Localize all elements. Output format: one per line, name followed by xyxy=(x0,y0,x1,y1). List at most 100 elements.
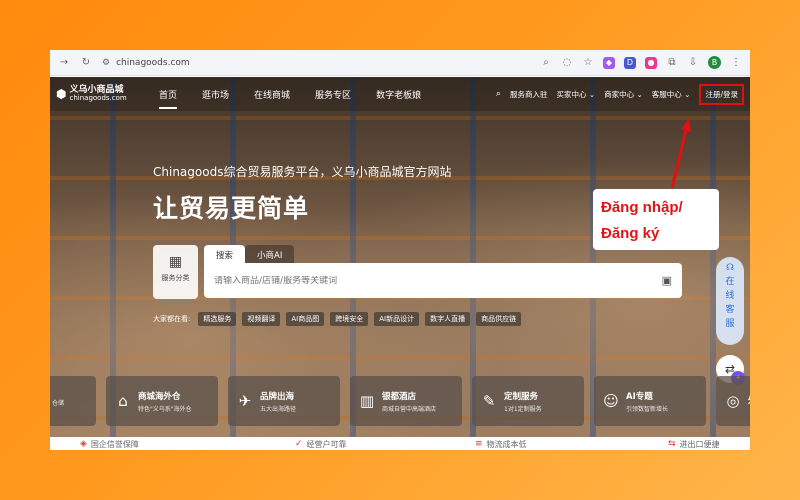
extensions-puzzle-icon[interactable]: ⧉ xyxy=(666,57,678,68)
extension-d-icon[interactable]: D xyxy=(624,56,636,69)
card-title: 商城海外仓 xyxy=(138,391,181,402)
nav-market[interactable]: 逛市场 xyxy=(202,82,229,107)
nav-online-mall[interactable]: 在线商城 xyxy=(254,82,290,107)
hero-subtitle: Chinagoods综合贸易服务平台，义乌小商品城官方网站 xyxy=(153,165,452,179)
service-card[interactable]: ✈ 品牌出海 五大出海路径 xyxy=(228,376,340,426)
card-sub: 引领数智新增长 xyxy=(626,405,669,413)
building-icon: ▥ xyxy=(359,392,375,410)
grid-icon: ▦ xyxy=(168,254,183,270)
exchange-icon: ⇆ xyxy=(668,439,676,449)
profile-avatar[interactable]: B xyxy=(708,56,721,69)
eye-off-icon[interactable]: ◌ xyxy=(561,57,573,68)
pen-icon: ✎ xyxy=(482,392,496,410)
online-support-widget[interactable]: ☊ 在 线 客 服 xyxy=(716,257,744,345)
nav-buyer-center[interactable]: 买家中心 ⌄ xyxy=(556,89,595,100)
tab-search[interactable]: 搜索 xyxy=(204,245,246,265)
annotation-callout: Đăng nhập/ Đăng ký xyxy=(593,189,719,250)
logo-en: chinagoods.com xyxy=(69,94,127,102)
service-category-button[interactable]: ▦ 服务分类 xyxy=(153,245,198,299)
star-icon[interactable]: ☆ xyxy=(582,57,594,68)
address-bar[interactable]: ⚙ chinagoods.com xyxy=(102,54,530,72)
service-card[interactable]: ☺ AI专题 引领数智新增长 xyxy=(594,376,706,426)
tag-item[interactable]: 精选服务 xyxy=(198,312,237,326)
tag-item[interactable]: AI商品图 xyxy=(286,312,325,326)
card-title: 银都酒店 xyxy=(382,391,417,402)
card-title: AI专题 xyxy=(626,391,653,402)
browser-toolbar: → ↻ ⚙ chinagoods.com ⌕ ◌ ☆ ◆ D ● ⧉ ⇩ B ⋮ xyxy=(50,50,750,76)
annotation-line2: Đăng ký xyxy=(601,225,660,242)
site-header: ⬢ 义乌小商品城 chinagoods.com 首页 逛市场 在线商城 服务专区… xyxy=(50,77,750,111)
service-card[interactable]: ◎ 外 xyxy=(716,376,750,426)
tag-item[interactable]: 商品供应链 xyxy=(476,312,522,326)
download-icon[interactable]: ⇩ xyxy=(687,57,699,68)
card-sub: 五大出海路径 xyxy=(260,405,297,413)
cs-char: 在 xyxy=(725,277,735,287)
shield-icon: ◈ xyxy=(80,439,87,449)
headset-icon: ☊ xyxy=(726,263,734,273)
menu-dots-icon[interactable]: ⋮ xyxy=(730,57,742,68)
feature-item: ◈ 国企信誉保障 xyxy=(80,439,139,449)
feature-item: ≡ 物流成本低 xyxy=(475,439,527,449)
forward-icon[interactable]: → xyxy=(58,57,70,68)
main-nav: 首页 逛市场 在线商城 服务专区 数字老板娘 xyxy=(159,82,421,109)
tab-ai[interactable]: 小商AI xyxy=(245,245,295,265)
browser-window: → ↻ ⚙ chinagoods.com ⌕ ◌ ☆ ◆ D ● ⧉ ⇩ B ⋮… xyxy=(50,50,750,450)
service-category-label: 服务分类 xyxy=(161,274,190,282)
card-sub: 1对1定制服务 xyxy=(504,405,542,413)
nav-provider-join[interactable]: 服务商入驻 xyxy=(510,89,548,100)
card-title: 外 xyxy=(748,394,750,406)
tag-item[interactable]: 视频翻译 xyxy=(242,312,281,326)
site-logo[interactable]: ⬢ 义乌小商品城 chinagoods.com xyxy=(56,86,151,102)
url-text: chinagoods.com xyxy=(116,57,190,68)
service-card[interactable]: 仓储 xyxy=(50,376,96,426)
card-sub: 商城自营中高端酒店 xyxy=(382,405,437,413)
image-search-icon[interactable]: ▣ xyxy=(662,274,672,287)
warehouse-icon: ⌂ xyxy=(118,392,128,410)
globe-icon: ◎ xyxy=(726,392,740,410)
right-nav: ⌕ 服务商入驻 买家中心 ⌄ 商家中心 ⌄ 客服中心 ⌄ 注册/登录 xyxy=(496,83,744,105)
extension-gem-icon[interactable]: ◆ xyxy=(603,56,615,69)
tag-item[interactable]: AI新品设计 xyxy=(374,312,420,326)
annotation-arrow xyxy=(670,118,691,189)
tag-item[interactable]: 数字人直播 xyxy=(425,312,471,326)
search-icon[interactable]: ⌕ xyxy=(496,89,501,99)
card-sub: 仓储 xyxy=(52,399,65,407)
zoom-icon[interactable]: ⌕ xyxy=(540,57,552,68)
trending-hint: 大家都在看: xyxy=(153,315,191,323)
service-card[interactable]: ▥ 银都酒店 商城自营中高端酒店 xyxy=(350,376,462,426)
check-icon: ✓ xyxy=(295,439,303,449)
card-title: 品牌出海 xyxy=(260,391,295,402)
search-tabs: 搜索 小商AI xyxy=(204,245,295,265)
card-title: 定制服务 xyxy=(504,391,539,402)
annotation-line1: Đăng nhập/ xyxy=(601,199,683,216)
service-card[interactable]: ✎ 定制服务 1对1定制服务 xyxy=(472,376,584,426)
nav-support-center[interactable]: 客服中心 ⌄ xyxy=(652,89,691,100)
logo-mark-icon: ⬢ xyxy=(56,87,67,101)
search-input[interactable] xyxy=(214,275,662,286)
reload-icon[interactable]: ↻ xyxy=(80,57,92,68)
truck-icon: ≡ xyxy=(475,439,483,449)
nav-home[interactable]: 首页 xyxy=(159,82,178,109)
nav-seller-center[interactable]: 商家中心 ⌄ xyxy=(604,89,643,100)
service-card[interactable]: ⌂ 商城海外仓 特色"义乌系"海外仓 xyxy=(106,376,218,426)
extension-pink-icon[interactable]: ● xyxy=(645,56,657,69)
feature-item: ⇆ 进出口便捷 xyxy=(668,439,720,449)
robot-icon: ☺ xyxy=(603,392,619,410)
hero-page: ⬢ 义乌小商品城 chinagoods.com 首页 逛市场 在线商城 服务专区… xyxy=(50,77,750,450)
nav-digital-boss[interactable]: 数字老板娘 xyxy=(376,82,421,107)
feature-item: ✓ 经营户可靠 xyxy=(295,439,347,449)
nav-services[interactable]: 服务专区 xyxy=(315,82,351,107)
tag-item[interactable]: 跨境安全 xyxy=(330,312,369,326)
cs-char: 服 xyxy=(725,319,735,329)
trending-tags: 大家都在看: 精选服务 视频翻译 AI商品图 跨境安全 AI新品设计 数字人直播… xyxy=(153,312,522,326)
cs-char: 客 xyxy=(725,305,735,315)
card-sub: 特色"义乌系"海外仓 xyxy=(138,405,192,413)
service-cards: 仓储 ⌂ 商城海外仓 特色"义乌系"海外仓 ✈ 品牌出海 五大出海路径 ▥ 银都… xyxy=(50,376,750,426)
site-info-icon[interactable]: ⚙ xyxy=(102,58,110,68)
search-bar: ▣ xyxy=(204,263,682,298)
login-register-button[interactable]: 注册/登录 xyxy=(699,83,744,105)
hero-title: 让贸易更简单 xyxy=(153,194,310,223)
cs-char: 线 xyxy=(725,291,735,301)
feature-strip: ◈ 国企信誉保障 ✓ 经营户可靠 ≡ 物流成本低 ⇆ 进出口便捷 xyxy=(50,437,750,450)
plane-icon: ✈ xyxy=(238,392,252,410)
